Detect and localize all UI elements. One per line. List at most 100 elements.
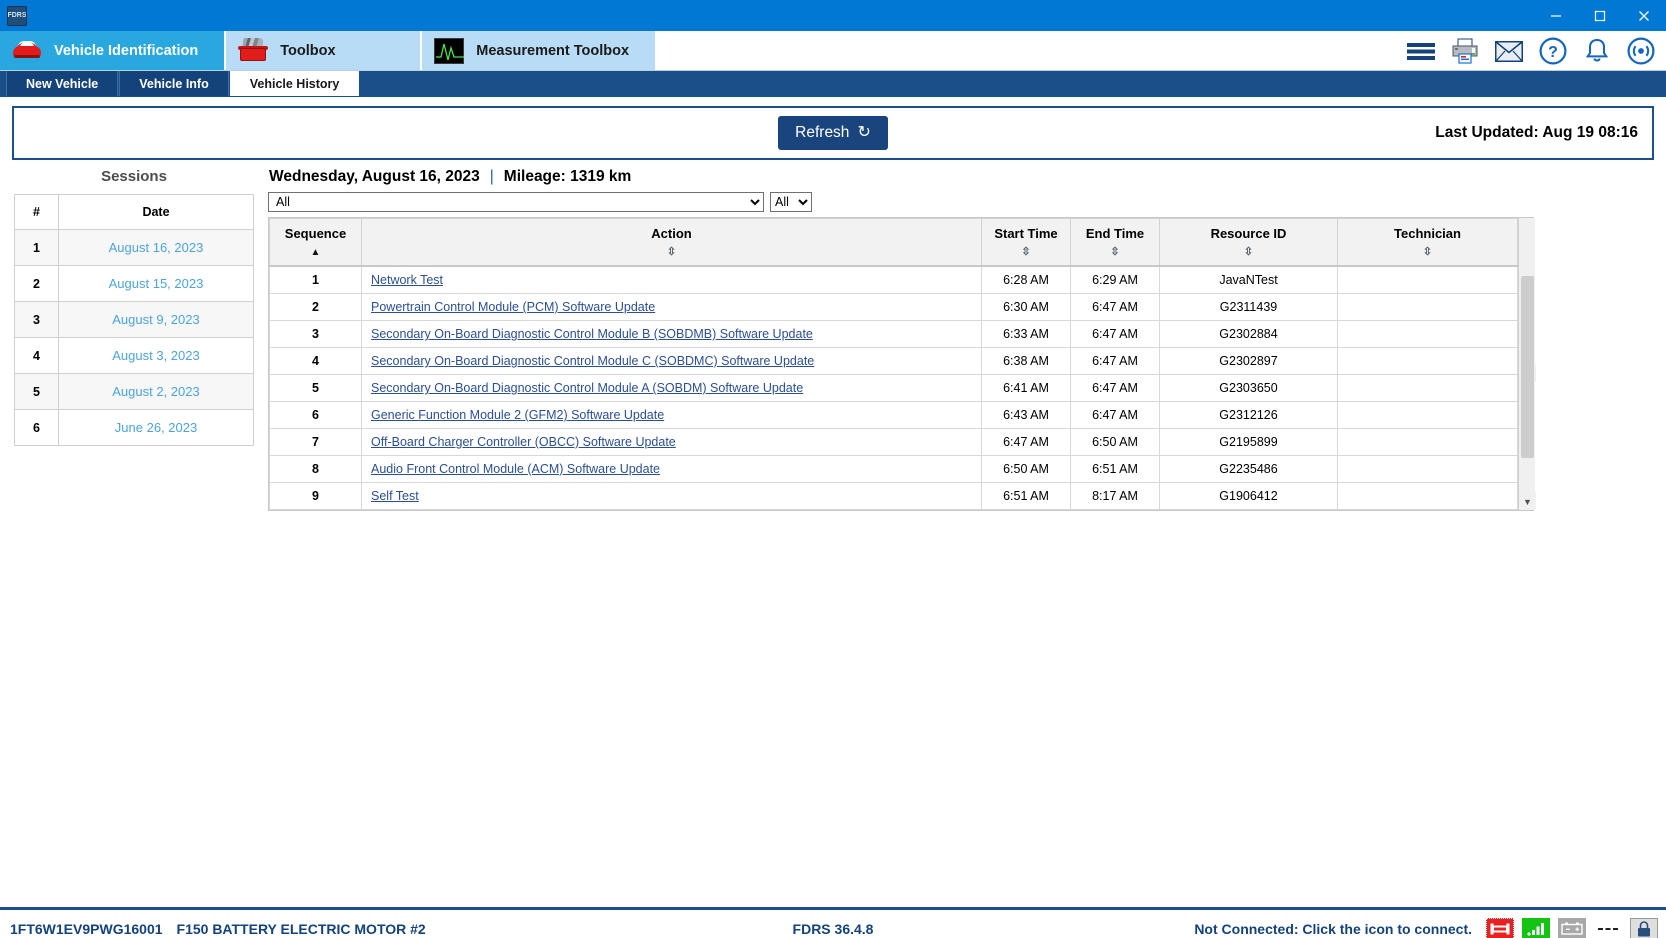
help-icon[interactable]: ? bbox=[1538, 36, 1568, 66]
tab-vehicle-identification[interactable]: Vehicle Identification bbox=[0, 31, 226, 70]
history-table-wrapper: Sequence ▲ Action ⇳ Start Time ⇳ bbox=[268, 217, 1534, 511]
action-link[interactable]: Self Test bbox=[371, 489, 419, 503]
table-row[interactable]: 2 August 15, 2023 bbox=[15, 266, 254, 302]
row-technician bbox=[1338, 321, 1518, 348]
battery-icon[interactable] bbox=[1558, 918, 1586, 938]
table-row[interactable]: 7 Off-Board Charger Controller (OBCC) So… bbox=[270, 429, 1518, 456]
row-resource-id: G2195899 bbox=[1160, 429, 1338, 456]
session-date-link[interactable]: August 3, 2023 bbox=[112, 348, 199, 363]
col-header-start-time[interactable]: Start Time ⇳ bbox=[982, 219, 1071, 267]
row-action: Off-Board Charger Controller (OBCC) Soft… bbox=[362, 429, 982, 456]
sort-toggle-icon[interactable]: ⇳ bbox=[1164, 245, 1333, 260]
row-technician bbox=[1338, 375, 1518, 402]
table-row[interactable]: 8 Audio Front Control Module (ACM) Softw… bbox=[270, 456, 1518, 483]
action-filter-select[interactable]: All bbox=[268, 192, 764, 212]
dashes-icon[interactable] bbox=[1594, 918, 1622, 938]
sort-toggle-icon[interactable]: ⇳ bbox=[366, 245, 977, 260]
action-link[interactable]: Secondary On-Board Diagnostic Control Mo… bbox=[371, 381, 803, 395]
sort-ascending-icon[interactable]: ▲ bbox=[274, 245, 357, 260]
tab-measurement-toolbox[interactable]: Measurement Toolbox bbox=[422, 31, 657, 70]
signal-strength-icon[interactable] bbox=[1522, 918, 1550, 938]
row-sequence: 6 bbox=[270, 402, 362, 429]
row-end-time: 6:47 AM bbox=[1071, 402, 1160, 429]
menu-icon[interactable] bbox=[1406, 36, 1436, 66]
session-date-link[interactable]: August 2, 2023 bbox=[112, 384, 199, 399]
sort-toggle-icon[interactable]: ⇳ bbox=[1075, 245, 1155, 260]
row-technician bbox=[1338, 266, 1518, 294]
session-date-link[interactable]: August 16, 2023 bbox=[109, 240, 204, 255]
broadcast-icon[interactable] bbox=[1626, 36, 1656, 66]
table-row[interactable]: 5 Secondary On-Board Diagnostic Control … bbox=[270, 375, 1518, 402]
col-header-resource-id-label: Resource ID bbox=[1211, 226, 1287, 241]
bell-icon[interactable] bbox=[1582, 36, 1612, 66]
sort-toggle-icon[interactable]: ⇳ bbox=[986, 245, 1066, 260]
action-link[interactable]: Audio Front Control Module (ACM) Softwar… bbox=[371, 462, 660, 476]
table-row[interactable]: 6 June 26, 2023 bbox=[15, 410, 254, 446]
row-action: Powertrain Control Module (PCM) Software… bbox=[362, 294, 982, 321]
action-link[interactable]: Powertrain Control Module (PCM) Software… bbox=[371, 300, 655, 314]
maximize-button[interactable] bbox=[1578, 0, 1622, 31]
session-date-link[interactable]: August 15, 2023 bbox=[109, 276, 204, 291]
refresh-button[interactable]: Refresh ↻ bbox=[778, 116, 888, 150]
col-header-action-label: Action bbox=[651, 226, 691, 241]
row-start-time: 6:47 AM bbox=[982, 429, 1071, 456]
action-link[interactable]: Network Test bbox=[371, 273, 443, 287]
session-date-cell: June 26, 2023 bbox=[59, 410, 254, 446]
action-link[interactable]: Generic Function Module 2 (GFM2) Softwar… bbox=[371, 408, 664, 422]
session-number: 4 bbox=[15, 338, 59, 374]
table-row[interactable]: 1 August 16, 2023 bbox=[15, 230, 254, 266]
subtab-vehicle-history[interactable]: Vehicle History bbox=[230, 71, 360, 96]
sort-toggle-icon[interactable]: ⇳ bbox=[1342, 245, 1513, 260]
col-header-sequence[interactable]: Sequence ▲ bbox=[270, 219, 362, 267]
table-row[interactable]: 4 August 3, 2023 bbox=[15, 338, 254, 374]
scrollbar-thumb[interactable] bbox=[1521, 276, 1534, 458]
action-link[interactable]: Secondary On-Board Diagnostic Control Mo… bbox=[371, 327, 813, 341]
table-row[interactable]: 6 Generic Function Module 2 (GFM2) Softw… bbox=[270, 402, 1518, 429]
row-resource-id: JavaNTest bbox=[1160, 266, 1338, 294]
window-title-bar: FDRS bbox=[0, 0, 1666, 31]
sessions-table: # Date 1 August 16, 2023 2 August 15, 20… bbox=[14, 194, 254, 446]
close-button[interactable] bbox=[1622, 0, 1666, 31]
row-end-time: 6:47 AM bbox=[1071, 321, 1160, 348]
action-link[interactable]: Secondary On-Board Diagnostic Control Mo… bbox=[371, 354, 814, 368]
row-resource-id: G2235486 bbox=[1160, 456, 1338, 483]
col-header-end-time[interactable]: End Time ⇳ bbox=[1071, 219, 1160, 267]
session-number: 6 bbox=[15, 410, 59, 446]
row-start-time: 6:43 AM bbox=[982, 402, 1071, 429]
col-header-action[interactable]: Action ⇳ bbox=[362, 219, 982, 267]
row-resource-id: G2302884 bbox=[1160, 321, 1338, 348]
minimize-button[interactable] bbox=[1534, 0, 1578, 31]
session-date-link[interactable]: June 26, 2023 bbox=[115, 420, 197, 435]
col-header-resource-id[interactable]: Resource ID ⇳ bbox=[1160, 219, 1338, 267]
mail-icon[interactable] bbox=[1494, 36, 1524, 66]
table-row[interactable]: 2 Powertrain Control Module (PCM) Softwa… bbox=[270, 294, 1518, 321]
table-row[interactable]: 3 August 9, 2023 bbox=[15, 302, 254, 338]
row-action: Generic Function Module 2 (GFM2) Softwar… bbox=[362, 402, 982, 429]
status-vin: 1FT6W1EV9PWG16001 bbox=[10, 921, 163, 937]
row-sequence: 3 bbox=[270, 321, 362, 348]
table-row[interactable]: 9 Self Test 6:51 AM 8:17 AM G1906412 bbox=[270, 483, 1518, 510]
scroll-down-icon[interactable]: ▼ bbox=[1519, 493, 1536, 510]
subtab-vehicle-info[interactable]: Vehicle Info bbox=[119, 71, 228, 96]
session-number: 5 bbox=[15, 374, 59, 410]
table-row[interactable]: 3 Secondary On-Board Diagnostic Control … bbox=[270, 321, 1518, 348]
vci-icon[interactable] bbox=[1486, 918, 1514, 938]
lock-icon[interactable] bbox=[1630, 918, 1658, 938]
table-row[interactable]: 4 Secondary On-Board Diagnostic Control … bbox=[270, 348, 1518, 375]
printer-icon[interactable] bbox=[1450, 36, 1480, 66]
session-date-link[interactable]: August 9, 2023 bbox=[112, 312, 199, 327]
tab-toolbox[interactable]: Toolbox bbox=[226, 31, 422, 70]
subtab-new-vehicle[interactable]: New Vehicle bbox=[6, 71, 118, 96]
table-row[interactable]: 5 August 2, 2023 bbox=[15, 374, 254, 410]
session-number: 3 bbox=[15, 302, 59, 338]
car-icon bbox=[12, 38, 42, 64]
sessions-header-row: # Date bbox=[15, 195, 254, 230]
action-link[interactable]: Off-Board Charger Controller (OBCC) Soft… bbox=[371, 435, 676, 449]
row-start-time: 6:33 AM bbox=[982, 321, 1071, 348]
history-table-scrollbar[interactable]: ▲ ▼ bbox=[1518, 218, 1535, 510]
col-header-technician[interactable]: Technician ⇳ bbox=[1338, 219, 1518, 267]
history-table: Sequence ▲ Action ⇳ Start Time ⇳ bbox=[269, 218, 1518, 510]
secondary-filter-select[interactable]: All bbox=[770, 192, 812, 212]
table-row[interactable]: 1 Network Test 6:28 AM 6:29 AM JavaNTest bbox=[270, 266, 1518, 294]
detail-mileage: Mileage: 1319 km bbox=[504, 168, 632, 186]
